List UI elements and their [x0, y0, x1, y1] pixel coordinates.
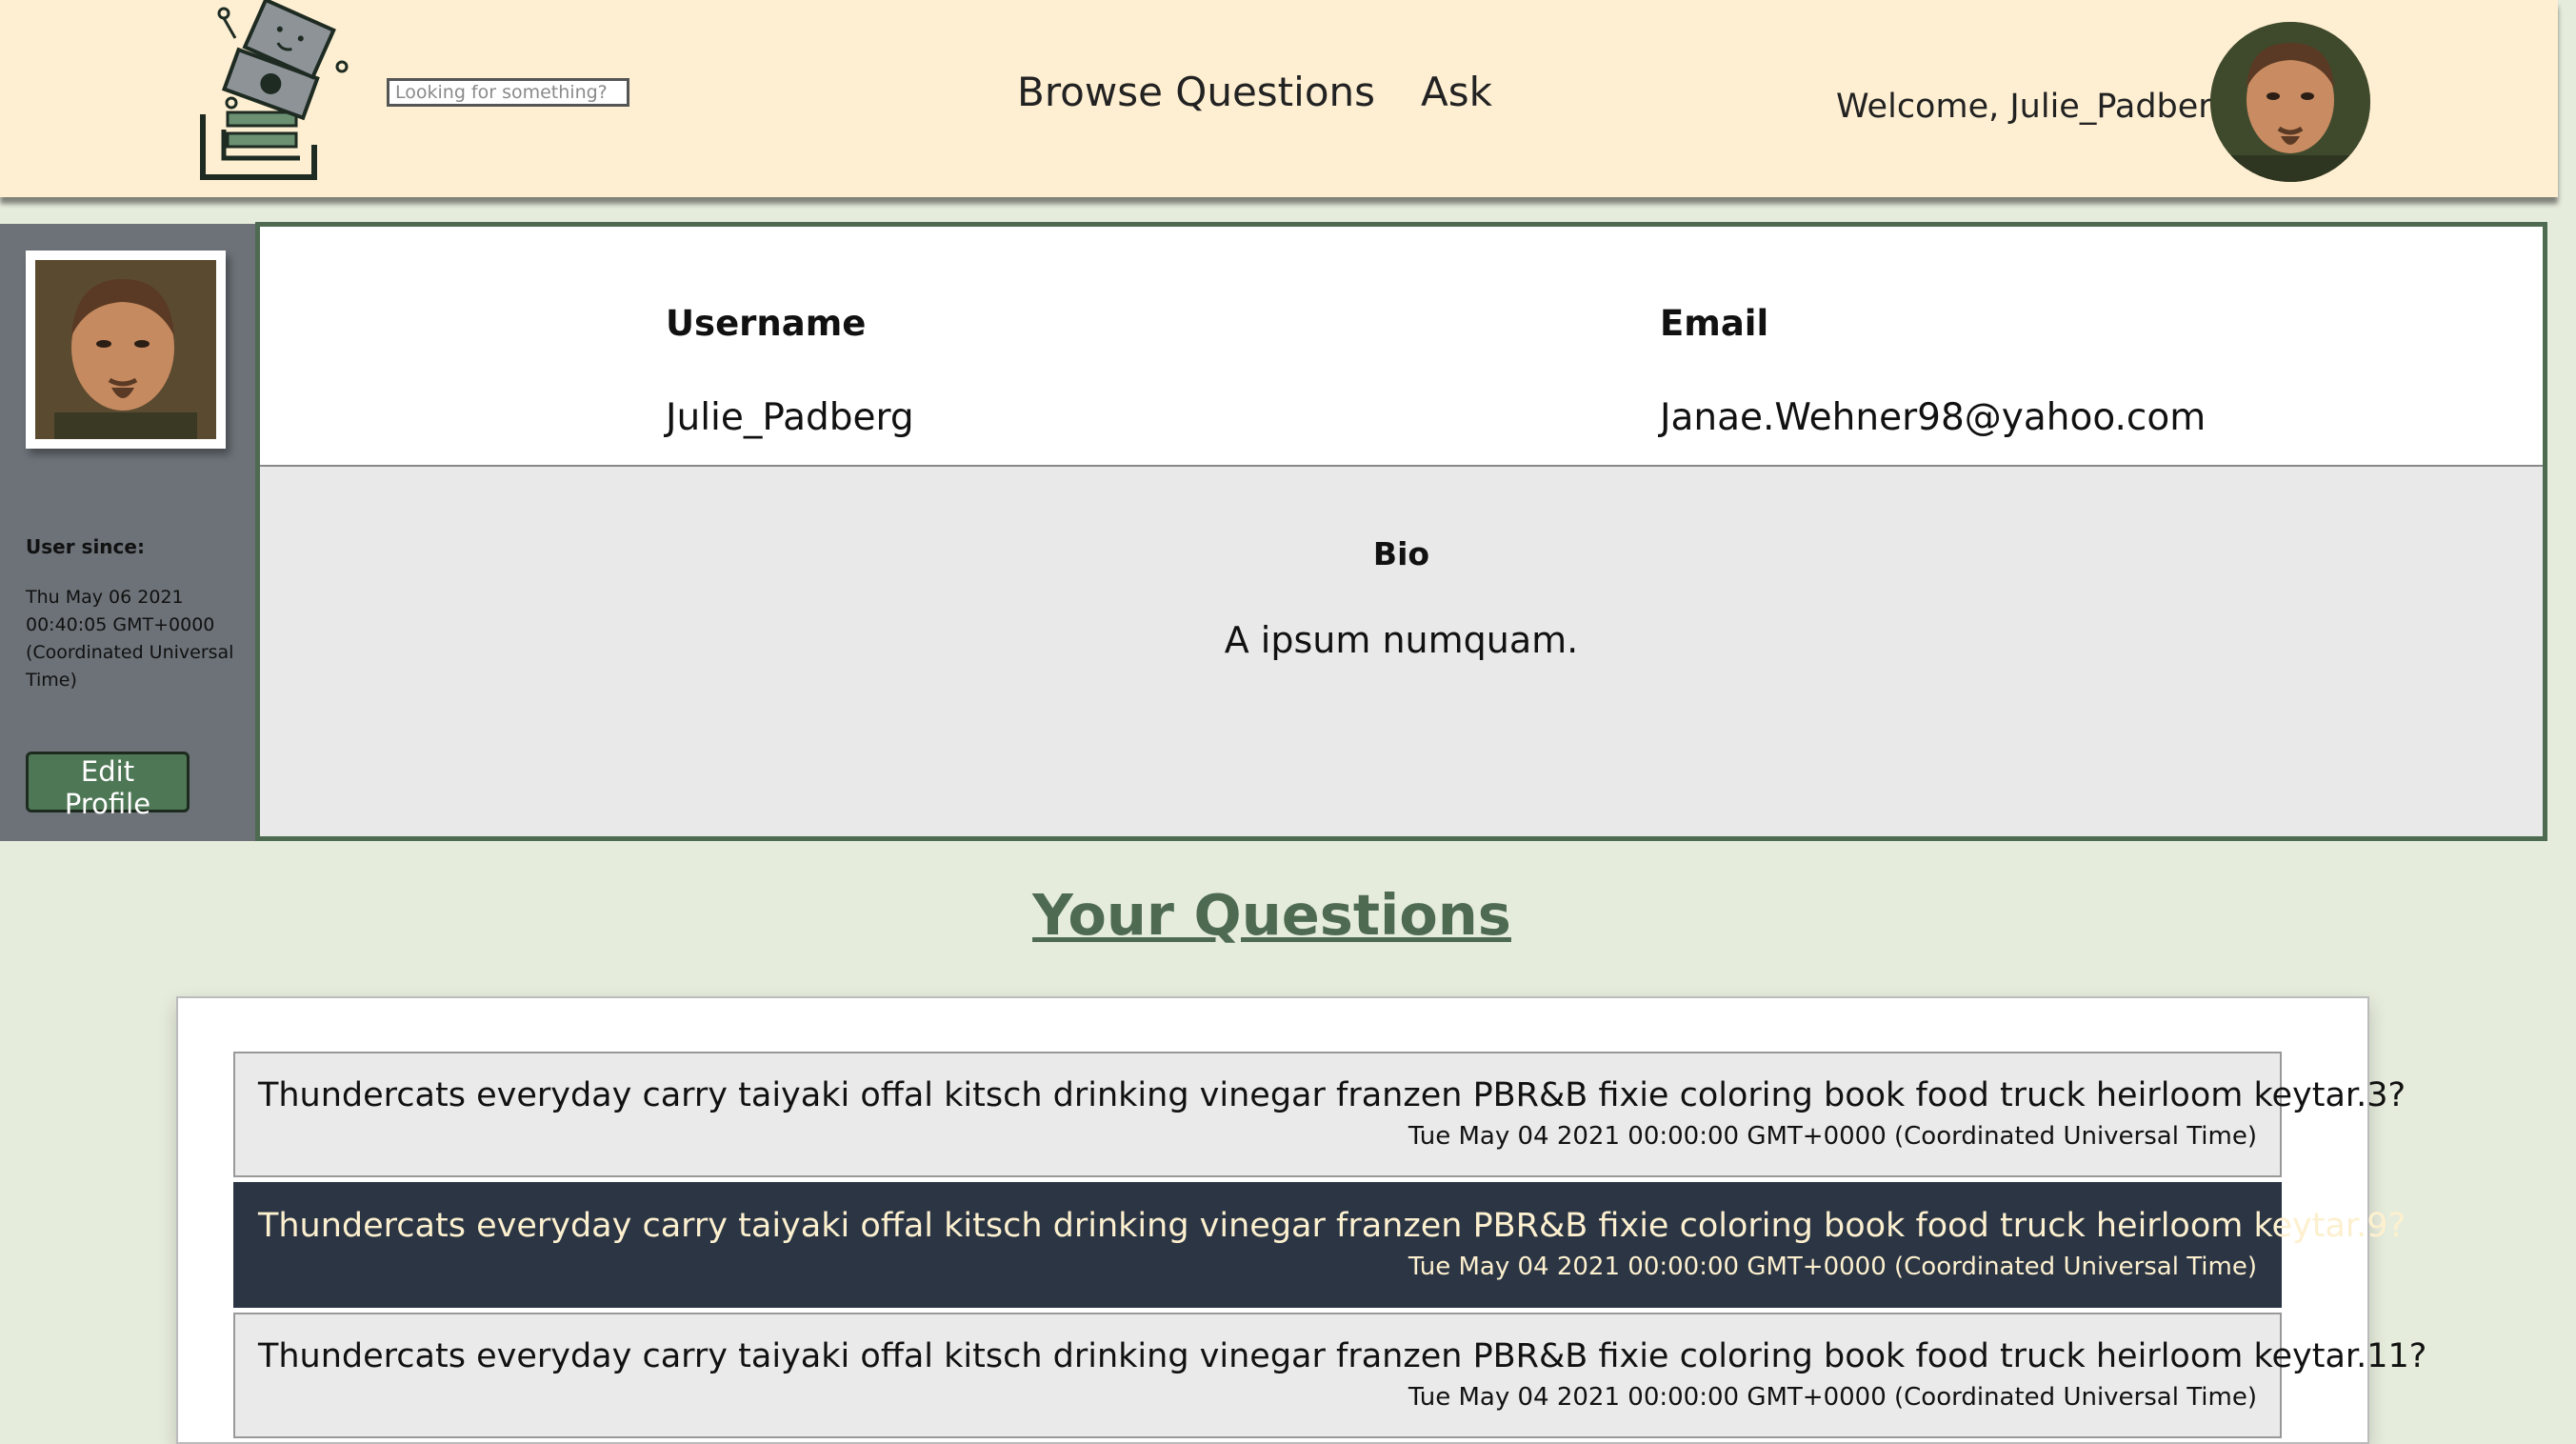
profile-panel: Username Julie_Padberg Email Janae.Wehne…	[255, 222, 2547, 841]
your-questions-heading: Your Questions	[1032, 882, 1511, 948]
username-value: Julie_Padberg	[666, 396, 914, 439]
username-label: Username	[666, 303, 867, 344]
bio-value: A ipsum numquam.	[1224, 619, 1579, 661]
top-header: Browse Questions Ask Welcome, Julie_Padb…	[0, 0, 2558, 197]
user-since-value: Thu May 06 2021 00:40:05 GMT+0000 (Coord…	[26, 587, 234, 691]
profile-photo-icon	[35, 260, 216, 439]
question-item[interactable]: Thundercats everyday carry taiyaki offal…	[233, 1052, 2406, 1177]
profile-sidebar: User since: Thu May 06 2021 00:40:05 GMT…	[0, 224, 255, 841]
user-avatar-icon	[2210, 22, 2370, 182]
main-nav: Browse Questions Ask	[1017, 69, 1492, 115]
question-item[interactable]: Thundercats everyday carry taiyaki offal…	[233, 1313, 2426, 1438]
questions-list: Thundercats everyday carry taiyaki offal…	[176, 996, 2426, 1444]
question-item-hovered[interactable]: Thundercats everyday carry taiyaki offal…	[233, 1182, 2406, 1308]
user-since-label: User since:	[26, 535, 145, 558]
question-title: Thundercats everyday carry taiyaki offal…	[258, 1076, 2406, 1114]
profile-photo-frame	[26, 251, 226, 449]
profile-details: Username Julie_Padberg Email Janae.Wehne…	[260, 227, 2543, 467]
question-date: Tue May 04 2021 00:00:00 GMT+0000 (Coord…	[1408, 1383, 2257, 1412]
bio-label: Bio	[1372, 535, 1430, 572]
nav-browse-questions[interactable]: Browse Questions	[1017, 69, 1375, 115]
question-title: Thundercats everyday carry taiyaki offal…	[258, 1337, 2427, 1375]
header-avatar[interactable]	[2210, 22, 2370, 182]
email-label: Email	[1660, 303, 1769, 344]
email-value: Janae.Wehner98@yahoo.com	[1660, 396, 2207, 439]
stacked-inbox-logo-icon[interactable]	[186, 0, 357, 187]
question-date: Tue May 04 2021 00:00:00 GMT+0000 (Coord…	[1408, 1253, 2257, 1281]
edit-profile-button[interactable]: Edit Profile	[26, 752, 190, 820]
search-input[interactable]	[387, 78, 629, 107]
welcome-message: Welcome, Julie_Padberg!	[1836, 88, 2247, 126]
nav-ask[interactable]: Ask	[1421, 69, 1492, 115]
question-title: Thundercats everyday carry taiyaki offal…	[258, 1207, 2406, 1245]
question-date: Tue May 04 2021 00:00:00 GMT+0000 (Coord…	[1408, 1122, 2257, 1151]
